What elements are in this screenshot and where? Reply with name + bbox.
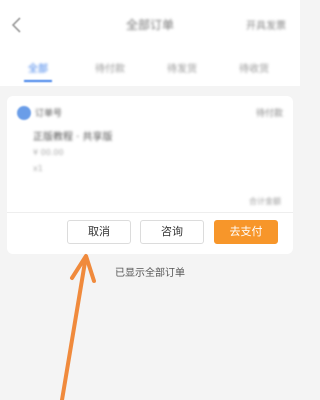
header-right-action[interactable]: 开具发票	[246, 17, 286, 32]
tab-all[interactable]: 全部	[8, 60, 68, 75]
all-orders-shown-note: 已显示全部订单	[115, 268, 185, 279]
order-status: 待付款	[255, 109, 283, 119]
consult-button[interactable]: 咨询	[140, 220, 204, 244]
cancel-button[interactable]: 取消	[67, 220, 131, 244]
tab-unshipped[interactable]: 待发货	[152, 60, 212, 75]
tab-unpaid[interactable]: 待付款	[80, 60, 140, 75]
order-card: 订单号 待付款 正版教程 · 共享版 ¥ 00.00 x1 合计金额 取消 咨询…	[7, 96, 293, 254]
item-price: ¥ 00.00	[33, 148, 64, 157]
tab-unreceived[interactable]: 待收货	[224, 60, 284, 75]
pay-button[interactable]: 去支付	[214, 220, 278, 244]
divider	[7, 212, 293, 213]
item-quantity: x1	[33, 164, 43, 173]
store-name: 订单号	[35, 109, 63, 119]
order-item[interactable]: 正版教程 · 共享版 ¥ 00.00 x1	[33, 126, 163, 186]
order-total: 合计金额	[249, 197, 281, 206]
item-title: 正版教程 · 共享版	[33, 132, 113, 143]
top-bar: 全部订单 开具发票	[0, 0, 300, 50]
order-tabs: 全部 待付款 待发货 待收货	[0, 50, 300, 86]
tab-underline	[24, 80, 52, 82]
check-icon[interactable]	[17, 106, 31, 120]
